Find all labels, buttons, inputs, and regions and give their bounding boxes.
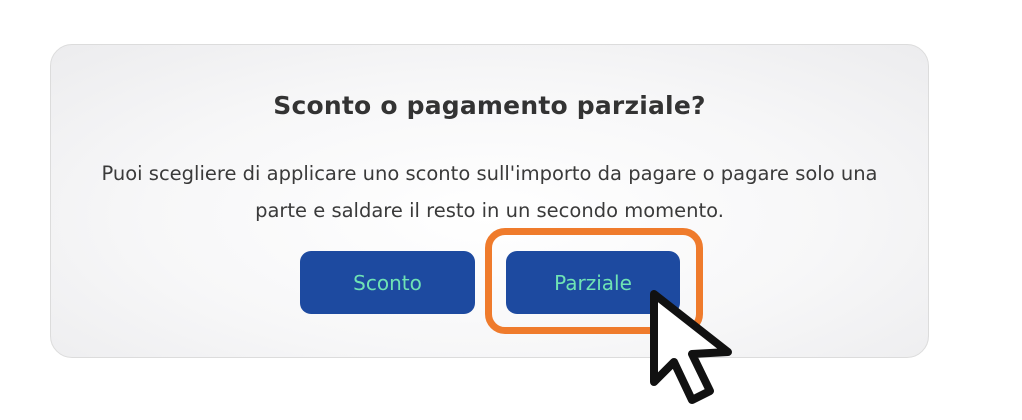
screen: Sconto o pagamento parziale? Puoi scegli… xyxy=(0,0,1022,420)
choice-dialog: Sconto o pagamento parziale? Puoi scegli… xyxy=(50,44,929,358)
parziale-button[interactable]: Parziale xyxy=(506,251,680,314)
dialog-title: Sconto o pagamento parziale? xyxy=(273,91,706,120)
dialog-message: Puoi scegliere di applicare uno sconto s… xyxy=(101,162,878,222)
sconto-button[interactable]: Sconto xyxy=(300,251,475,314)
